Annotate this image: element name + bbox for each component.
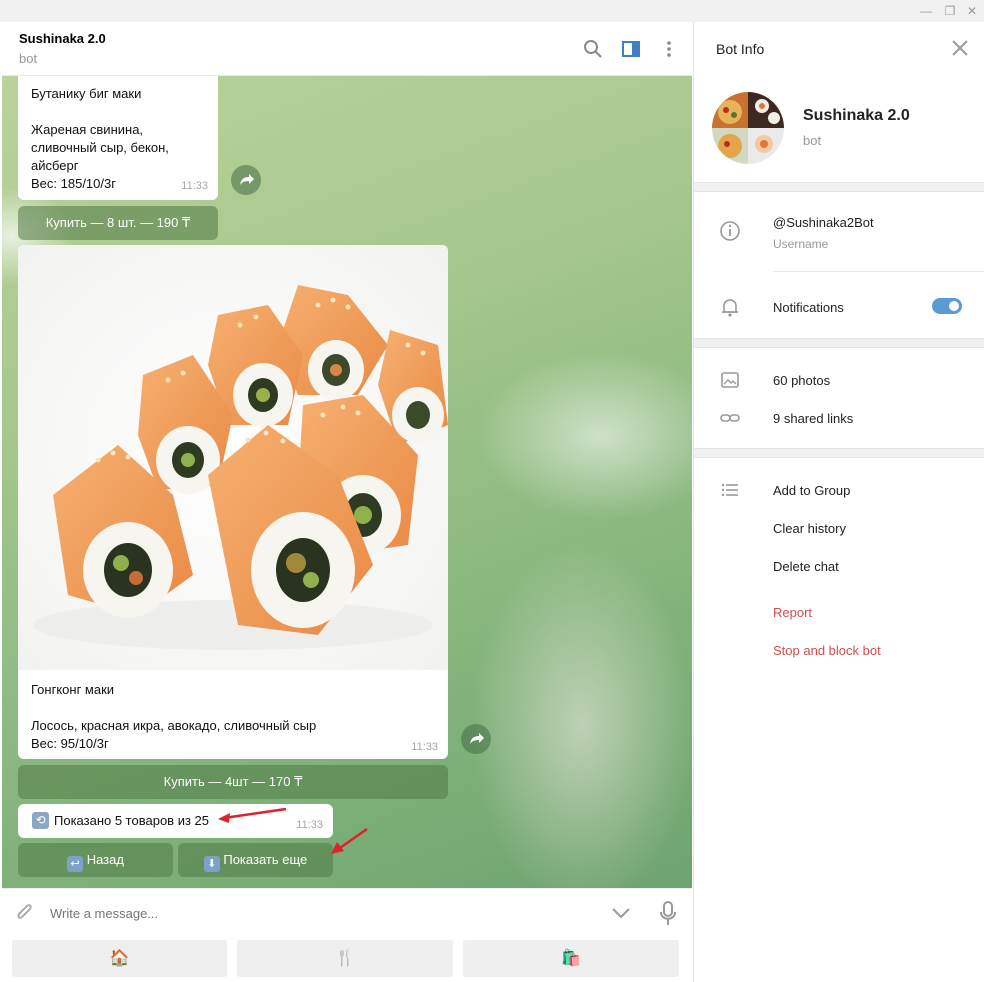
menu-key[interactable]: 🍴	[237, 940, 453, 977]
divider	[694, 448, 984, 458]
sidebar-toggle-icon[interactable]	[620, 38, 642, 60]
down-arrow-icon: ⬇	[203, 856, 220, 872]
window-titlebar: — ❐ ✕	[0, 0, 984, 22]
message-line: Бутанику биг маки	[31, 86, 142, 101]
shop-key[interactable]: 🛍️	[463, 940, 679, 977]
buy-button[interactable]: Купить — 4шт — 170 ₸	[18, 765, 448, 799]
close-icon[interactable]	[950, 38, 970, 58]
avatar-image	[712, 92, 784, 164]
show-more-button-label: Показать еще	[223, 852, 308, 867]
search-icon[interactable]	[582, 38, 604, 60]
share-icon[interactable]	[231, 165, 261, 195]
bot-name: Sushinaka 2.0	[803, 107, 910, 124]
clear-history-item[interactable]: Clear history	[773, 521, 846, 536]
link-icon	[720, 414, 740, 422]
chevron-down-icon[interactable]	[610, 903, 632, 923]
panel-title: Bot Info	[716, 41, 765, 57]
username-value[interactable]: @Sushinaka2Bot	[773, 215, 874, 230]
photo-edge	[18, 76, 218, 80]
row-divider	[773, 271, 984, 272]
delete-chat-item[interactable]: Delete chat	[773, 559, 839, 574]
chat-status: bot	[19, 51, 38, 66]
bot-info-panel: Bot Info Sushinaka 2.0 bot @Sushinaka2Bo…	[693, 22, 984, 982]
minimize-button[interactable]: —	[918, 3, 934, 19]
message-bubble: Гонгконг маки Лосось, красная икра, авок…	[18, 245, 448, 759]
message-line: Гонгконг маки	[31, 682, 115, 697]
message-input-bar	[2, 888, 692, 936]
share-icon[interactable]	[461, 724, 491, 754]
message-line: Лосось, красная икра, авокадо, сливочный…	[31, 718, 317, 733]
message-line: сливочный сыр, бекон,	[31, 140, 169, 155]
return-icon: ↩	[67, 856, 84, 872]
refresh-icon: ⟲	[32, 812, 49, 829]
message-time: 11:33	[181, 180, 208, 192]
bell-icon	[722, 299, 738, 317]
divider	[694, 182, 984, 192]
message-time: 11:33	[411, 741, 438, 753]
chat-header: Sushinaka 2.0 bot	[2, 22, 692, 76]
message-bubble: Бутанику биг маки Жареная свинина, сливо…	[18, 76, 218, 200]
username-label: Username	[773, 237, 829, 251]
photo-icon	[721, 372, 739, 388]
add-to-group-item[interactable]: Add to Group	[773, 483, 850, 498]
message-line: айсберг	[31, 158, 79, 173]
back-button[interactable]: ↩ Назад	[18, 843, 173, 877]
close-window-button[interactable]: ✕	[964, 3, 980, 19]
chat-title[interactable]: Sushinaka 2.0	[19, 31, 106, 46]
chat-area[interactable]: Бутанику биг маки Жареная свинина, сливо…	[2, 76, 692, 888]
bot-status: bot	[803, 133, 822, 148]
message-input[interactable]	[50, 899, 590, 927]
sushi-image	[18, 245, 448, 670]
stop-block-item[interactable]: Stop and block bot	[773, 643, 881, 658]
sushi-photo[interactable]	[18, 245, 448, 670]
toggle-knob	[947, 299, 961, 313]
message-line: Вес: 95/10/3г	[31, 736, 109, 751]
annotation-arrow	[331, 827, 368, 854]
buy-button[interactable]: Купить — 8 шт. — 190 ₸	[18, 206, 218, 240]
message-time: 11:33	[296, 819, 323, 831]
photos-item[interactable]: 60 photos	[773, 373, 830, 388]
mic-icon[interactable]	[658, 899, 678, 927]
attach-icon[interactable]	[14, 901, 36, 925]
notifications-toggle[interactable]	[932, 298, 962, 314]
list-icon	[721, 483, 738, 497]
report-item[interactable]: Report	[773, 605, 812, 620]
message-line: Вес: 185/10/3г	[31, 176, 116, 191]
avatar[interactable]	[712, 92, 784, 164]
home-key[interactable]: 🏠	[12, 940, 227, 977]
more-icon[interactable]	[658, 38, 680, 60]
back-button-label: Назад	[86, 852, 124, 867]
show-more-button[interactable]: ⬇ Показать еще	[178, 843, 333, 877]
maximize-button[interactable]: ❐	[942, 3, 958, 19]
message-line: Жареная свинина,	[31, 122, 144, 137]
message-text: Показано 5 товаров из 25	[54, 813, 209, 828]
annotation-arrow	[218, 807, 287, 823]
bot-keyboard: 🏠 🍴 🛍️	[2, 936, 692, 982]
notifications-label: Notifications	[773, 300, 844, 315]
shared-links-item[interactable]: 9 shared links	[773, 411, 853, 426]
divider	[694, 338, 984, 348]
info-icon	[720, 221, 740, 241]
